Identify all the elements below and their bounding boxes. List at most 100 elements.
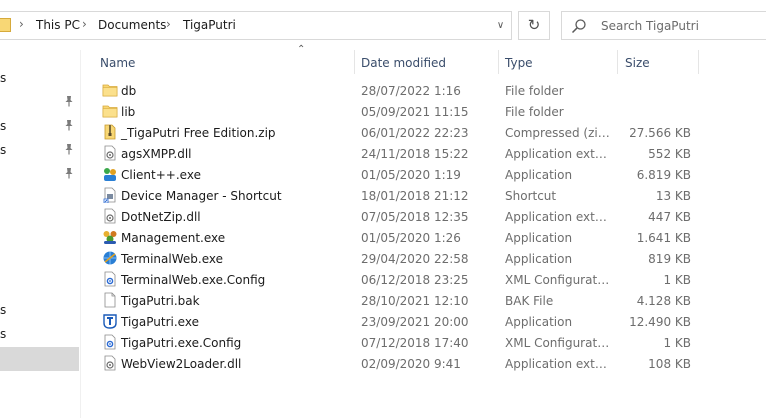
file-name[interactable]: agsXMPP.dll [121, 147, 192, 161]
refresh-icon: ↻ [527, 16, 541, 34]
address-history-dropdown[interactable]: ∨ [489, 12, 512, 39]
file-size: 27.566 KB [629, 126, 691, 140]
file-row[interactable]: Device Manager - Shortcut 18/01/2018 21:1… [81, 185, 766, 206]
file-date-modified: 01/05/2020 1:26 [361, 231, 461, 245]
file-row[interactable]: agsXMPP.dll 24/11/2018 15:22 Application e… [81, 143, 766, 164]
file-size: 447 KB [648, 210, 691, 224]
file-type: Application exten... [505, 357, 611, 371]
search-input[interactable]: Search TigaPutri [601, 19, 699, 33]
file-row[interactable]: TigaPutri.exe 23/09/2021 20:00 Application… [81, 311, 766, 332]
file-date-modified: 05/09/2021 11:15 [361, 105, 469, 119]
column-divider[interactable] [617, 50, 618, 74]
file-type: BAK File [505, 294, 554, 308]
address-toolbar: › This PC › Documents › TigaPutri ∨ ↻ Se… [0, 0, 766, 50]
file-type: XML Configuratio... [505, 273, 611, 287]
zip-file-icon [104, 124, 116, 140]
chevron-down-icon: ∨ [496, 20, 505, 31]
file-row[interactable]: WebView2Loader.dll 02/09/2020 9:41 Applica… [81, 353, 766, 374]
file-size: 13 KB [655, 189, 691, 203]
column-header-name[interactable]: Name [100, 56, 135, 70]
file-name[interactable]: _TigaPutri Free Edition.zip [121, 126, 276, 140]
file-name[interactable]: TerminalWeb.exe [121, 252, 223, 266]
refresh-button[interactable]: ↻ [518, 11, 550, 40]
file-date-modified: 07/12/2018 17:40 [361, 336, 469, 350]
column-divider[interactable] [354, 50, 355, 74]
dll-file-icon [104, 145, 116, 161]
file-date-modified: 01/05/2020 1:19 [361, 168, 461, 182]
file-row[interactable]: TerminalWeb.exe.Config 06/12/2018 23:25 XM… [81, 269, 766, 290]
file-name[interactable]: Management.exe [121, 231, 225, 245]
nav-item-quick-access-1[interactable]: s [0, 71, 6, 85]
file-name[interactable]: TigaPutri.exe [121, 315, 199, 329]
column-header-type[interactable]: Type [505, 56, 533, 70]
file-name[interactable]: TigaPutri.exe.Config [121, 336, 241, 350]
file-type: Application [505, 252, 573, 266]
column-header-date-modified[interactable]: Date modified [361, 56, 446, 70]
file-name[interactable]: lib [121, 105, 135, 119]
file-list: db 28/07/2022 1:16 File folder lib 05/09/202… [81, 80, 766, 374]
breadcrumb-documents[interactable]: Documents [98, 18, 166, 32]
file-name[interactable]: db [121, 84, 136, 98]
column-header-row: ⌃ Name Date modified Type Size [81, 44, 766, 76]
file-size: 1.641 KB [636, 231, 691, 245]
folder-icon [102, 105, 118, 118]
chevron-right-icon[interactable]: › [82, 17, 87, 31]
column-divider[interactable] [498, 50, 499, 74]
file-row[interactable]: TigaPutri.exe.Config 07/12/2018 17:40 XML … [81, 332, 766, 353]
file-type: Application [505, 231, 573, 245]
address-bar[interactable]: › This PC › Documents › TigaPutri ∨ [0, 11, 512, 40]
file-type: Compressed (zipp... [505, 126, 611, 140]
breadcrumb-this-pc[interactable]: This PC [36, 18, 80, 32]
file-size: 1 KB [663, 273, 691, 287]
file-name[interactable]: TerminalWeb.exe.Config [121, 273, 265, 287]
chevron-right-icon[interactable]: › [166, 17, 171, 31]
file-size: 108 KB [648, 357, 691, 371]
pin-icon [65, 120, 73, 131]
nav-item-quick-access-2[interactable]: s [0, 119, 6, 133]
file-size: 4.128 KB [636, 294, 691, 308]
file-row[interactable]: _TigaPutri Free Edition.zip 06/01/2022 22… [81, 122, 766, 143]
file-name[interactable]: WebView2Loader.dll [121, 357, 241, 371]
sort-ascending-icon: ⌃ [297, 44, 306, 55]
file-type: Application exten... [505, 210, 611, 224]
navigation-pane[interactable]: s s s s s [0, 50, 80, 418]
file-size: 1 KB [663, 336, 691, 350]
file-date-modified: 07/05/2018 12:35 [361, 210, 469, 224]
search-box[interactable]: Search TigaPutri [561, 11, 766, 40]
terminal-web-app-icon [103, 251, 117, 265]
file-type: Application exten... [505, 147, 611, 161]
column-divider[interactable] [698, 50, 699, 74]
chevron-right-icon[interactable]: › [19, 17, 24, 31]
nav-item-quick-access-3[interactable]: s [0, 143, 6, 157]
file-name[interactable]: Device Manager - Shortcut [121, 189, 282, 203]
file-name[interactable]: Client++.exe [121, 168, 201, 182]
file-row[interactable]: DotNetZip.dll 07/05/2018 12:35 Application… [81, 206, 766, 227]
file-row[interactable]: TigaPutri.bak 28/10/2021 12:10 BAK File 4.1… [81, 290, 766, 311]
dll-file-icon [104, 208, 116, 224]
file-row[interactable]: TerminalWeb.exe 29/04/2020 22:58 Applicati… [81, 248, 766, 269]
nav-item-selected[interactable] [0, 347, 79, 371]
file-row[interactable]: lib 05/09/2021 11:15 File folder [81, 101, 766, 122]
file-date-modified: 28/07/2022 1:16 [361, 84, 461, 98]
file-type: File folder [505, 105, 564, 119]
nav-item-selected-label[interactable]: s [0, 303, 6, 317]
file-date-modified: 23/09/2021 20:00 [361, 315, 469, 329]
file-type: Application [505, 168, 573, 182]
file-type: XML Configuratio... [505, 336, 611, 350]
file-date-modified: 29/04/2020 22:58 [361, 252, 469, 266]
client-app-icon [104, 168, 116, 181]
file-name[interactable]: TigaPutri.bak [121, 294, 200, 308]
file-row[interactable]: Client++.exe 01/05/2020 1:19 Application 6.… [81, 164, 766, 185]
file-row[interactable]: db 28/07/2022 1:16 File folder [81, 80, 766, 101]
management-app-icon [103, 231, 117, 244]
folder-icon [0, 18, 11, 32]
file-type: File folder [505, 84, 564, 98]
column-header-size[interactable]: Size [625, 56, 650, 70]
file-name[interactable]: DotNetZip.dll [121, 210, 201, 224]
file-row[interactable]: Management.exe 01/05/2020 1:26 Application… [81, 227, 766, 248]
file-date-modified: 02/09/2020 9:41 [361, 357, 461, 371]
nav-item-below-selected[interactable]: s [0, 327, 6, 341]
breadcrumb-tigaputri[interactable]: TigaPutri [183, 18, 236, 32]
file-date-modified: 24/11/2018 15:22 [361, 147, 469, 161]
config-file-icon [104, 271, 116, 287]
